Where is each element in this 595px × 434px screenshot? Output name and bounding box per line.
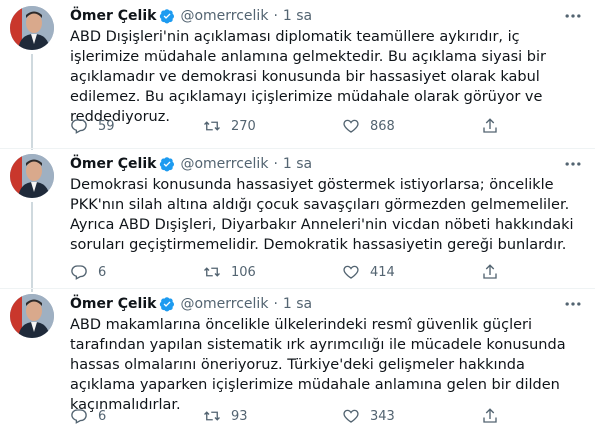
more-options-icon[interactable]: [563, 6, 583, 26]
tweet-actions: 6 106 414: [70, 262, 520, 282]
retweet-button[interactable]: 106: [203, 262, 256, 282]
retweet-icon: [204, 267, 220, 277]
like-button[interactable]: 343: [342, 406, 395, 426]
tweet-divider: [0, 148, 595, 149]
separator-dot: ·: [273, 296, 278, 312]
tweet-header: Ömer Çelik @omerrcelik · 1 sa: [70, 6, 312, 26]
retweet-button[interactable]: 93: [203, 406, 248, 426]
reply-button[interactable]: 6: [70, 406, 106, 426]
verified-badge-icon: [159, 156, 175, 172]
like-count: 868: [370, 118, 395, 134]
reply-count: 59: [98, 118, 115, 134]
heart-icon: [343, 265, 359, 279]
share-icon: [483, 408, 497, 423]
share-button[interactable]: [481, 406, 499, 426]
author-name[interactable]: Ömer Çelik: [70, 296, 156, 312]
retweet-count: 93: [231, 408, 248, 424]
heart-icon: [343, 119, 359, 133]
share-button[interactable]: [481, 262, 499, 282]
like-button[interactable]: 868: [342, 116, 395, 136]
share-icon: [483, 118, 497, 133]
timestamp[interactable]: 1 sa: [283, 8, 312, 24]
retweet-button[interactable]: 270: [203, 116, 256, 136]
retweet-icon: [204, 121, 220, 131]
author-handle[interactable]: @omerrcelik: [180, 8, 268, 24]
more-options-icon[interactable]: [563, 154, 583, 174]
like-count: 414: [370, 264, 395, 280]
tweet[interactable]: Ömer Çelik @omerrcelik · 1 sa ABD Dışişl…: [0, 6, 595, 146]
separator-dot: ·: [273, 8, 278, 24]
retweet-count: 270: [231, 118, 256, 134]
reply-button[interactable]: 59: [70, 116, 115, 136]
author-name[interactable]: Ömer Çelik: [70, 156, 156, 172]
verified-badge-icon: [159, 296, 175, 312]
tweet-actions: 6 93 343: [70, 406, 520, 426]
like-count: 343: [370, 408, 395, 424]
author-handle[interactable]: @omerrcelik: [180, 296, 268, 312]
share-button[interactable]: [481, 116, 499, 136]
share-icon: [483, 264, 497, 279]
author-name[interactable]: Ömer Çelik: [70, 8, 156, 24]
tweet-text: ABD Dışişleri'nin açıklaması diplomatik …: [70, 29, 546, 125]
tweet-divider: [0, 288, 595, 289]
reply-icon: [71, 409, 87, 424]
like-button[interactable]: 414: [342, 262, 395, 282]
timestamp[interactable]: 1 sa: [283, 296, 312, 312]
retweet-count: 106: [231, 264, 256, 280]
tweet-text: ABD makamlarına öncelikle ülkelerindeki …: [70, 317, 566, 413]
separator-dot: ·: [273, 156, 278, 172]
timestamp[interactable]: 1 sa: [283, 156, 312, 172]
reply-count: 6: [98, 408, 107, 424]
reply-button[interactable]: 6: [70, 262, 106, 282]
tweet[interactable]: Ömer Çelik @omerrcelik · 1 sa ABD makaml…: [0, 294, 595, 428]
reply-count: 6: [98, 264, 107, 280]
avatar[interactable]: [10, 154, 54, 198]
tweet[interactable]: Ömer Çelik @omerrcelik · 1 sa Demokrasi …: [0, 154, 595, 286]
author-handle[interactable]: @omerrcelik: [180, 156, 268, 172]
tweet-text: Demokrasi konusunda hassasiyet göstermek…: [70, 177, 574, 253]
avatar[interactable]: [10, 6, 54, 50]
retweet-icon: [204, 411, 220, 421]
heart-icon: [343, 409, 359, 423]
avatar[interactable]: [10, 294, 54, 338]
tweet-actions: 59 270 868: [70, 116, 520, 136]
more-options-icon[interactable]: [563, 294, 583, 314]
tweet-header: Ömer Çelik @omerrcelik · 1 sa: [70, 154, 312, 174]
reply-icon: [71, 265, 87, 280]
tweet-header: Ömer Çelik @omerrcelik · 1 sa: [70, 294, 312, 314]
reply-icon: [71, 119, 87, 134]
verified-badge-icon: [159, 8, 175, 24]
